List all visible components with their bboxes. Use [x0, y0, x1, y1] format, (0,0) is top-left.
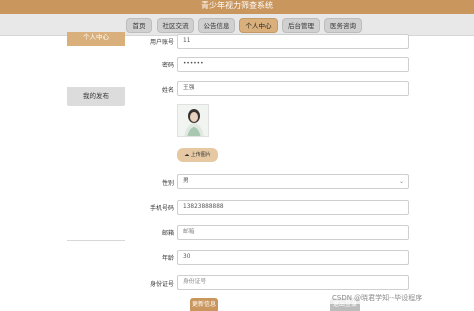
- age-label: 年龄: [161, 255, 174, 262]
- id-card-placeholder: 身份证号: [183, 279, 207, 285]
- age-value: 30: [183, 254, 191, 260]
- upload-image-button[interactable]: ☁ 上传图片: [177, 148, 218, 162]
- account-value: 11: [183, 38, 191, 44]
- watermark: CSDN @晓君学知--毕设程序: [330, 292, 425, 304]
- name-value: 王强: [183, 85, 195, 91]
- tab-personal-center[interactable]: 个人中心: [239, 18, 278, 33]
- name-field[interactable]: 王强: [177, 81, 409, 96]
- chevron-down-icon: ⌄: [398, 178, 404, 185]
- id-card-field[interactable]: 身份证号: [177, 275, 409, 290]
- avatar-image: [178, 105, 208, 136]
- gender-select[interactable]: 男 ⌄: [177, 174, 409, 189]
- gender-value: 男: [183, 178, 189, 184]
- phone-label: 手机号码: [149, 205, 174, 212]
- age-field[interactable]: 30: [177, 250, 409, 265]
- email-field[interactable]: 邮箱: [177, 225, 409, 240]
- sidebar-divider: [67, 240, 125, 241]
- email-placeholder: 邮箱: [183, 229, 195, 235]
- app-header: 青少年视力筛查系统: [0, 0, 474, 14]
- upload-label: 上传图片: [190, 152, 211, 158]
- app-title: 青少年视力筛查系统: [201, 1, 273, 10]
- tab-admin[interactable]: 后台管理: [282, 18, 320, 33]
- tab-home[interactable]: 首页: [126, 18, 152, 33]
- avatar: [177, 104, 209, 137]
- save-button[interactable]: 更新信息: [190, 298, 218, 311]
- account-field[interactable]: 11: [177, 34, 409, 49]
- upload-icon: ☁: [184, 152, 190, 158]
- email-label: 邮箱: [161, 230, 174, 237]
- phone-field[interactable]: 13823888888: [177, 200, 409, 215]
- tab-announcements[interactable]: 公告信息: [198, 18, 235, 33]
- password-value: ••••••: [183, 61, 204, 67]
- phone-value: 13823888888: [183, 204, 224, 210]
- password-label: 密码: [161, 62, 174, 69]
- gender-label: 性别: [161, 180, 174, 187]
- id-card-label: 身份证号: [149, 281, 174, 288]
- name-label: 姓名: [161, 87, 174, 94]
- tab-medical-consult[interactable]: 医务咨询: [324, 18, 362, 33]
- account-label: 用户账号: [149, 39, 174, 46]
- tab-community[interactable]: 社区交流: [157, 18, 194, 33]
- password-field[interactable]: ••••••: [177, 57, 409, 72]
